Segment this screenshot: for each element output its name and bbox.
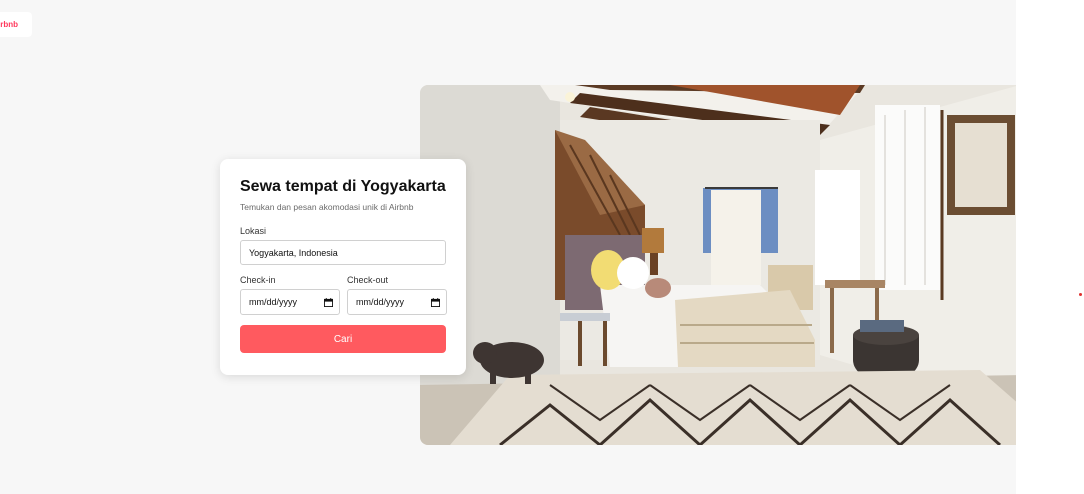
checkout-group: Check-out mm/dd/yyyy — [347, 265, 447, 315]
card-title: Sewa tempat di Yogyakarta — [240, 178, 446, 195]
logo-text: irbnb — [0, 20, 18, 29]
date-row: Check-in mm/dd/yyyy Check-out mm/dd/yyyy — [240, 265, 447, 315]
location-value: Yogyakarta, Indonesia — [249, 247, 338, 258]
checkout-input[interactable]: mm/dd/yyyy — [347, 289, 447, 315]
checkin-label: Check-in — [240, 275, 276, 285]
location-input[interactable]: Yogyakarta, Indonesia — [240, 240, 446, 265]
calendar-icon[interactable] — [431, 297, 440, 307]
search-card: Sewa tempat di Yogyakarta Temukan dan pe… — [220, 159, 466, 375]
checkin-group: Check-in mm/dd/yyyy — [240, 265, 340, 315]
checkin-value: mm/dd/yyyy — [249, 297, 298, 307]
checkout-value: mm/dd/yyyy — [356, 297, 405, 307]
indicator-dot — [1079, 293, 1082, 296]
card-subtitle: Temukan dan pesan akomodasi unik di Airb… — [240, 202, 414, 212]
bedroom-photo — [420, 85, 1016, 445]
page-area: irbnb Sewa tempat di Yogyakarta Temukan … — [0, 0, 1016, 494]
airbnb-logo[interactable]: irbnb — [0, 12, 32, 37]
search-button[interactable]: Cari — [240, 325, 446, 353]
calendar-icon[interactable] — [324, 297, 333, 307]
checkout-label: Check-out — [347, 275, 389, 285]
checkin-input[interactable]: mm/dd/yyyy — [240, 289, 340, 315]
search-button-label: Cari — [333, 333, 353, 345]
location-label: Lokasi — [240, 226, 267, 236]
hero-image — [420, 85, 1016, 445]
